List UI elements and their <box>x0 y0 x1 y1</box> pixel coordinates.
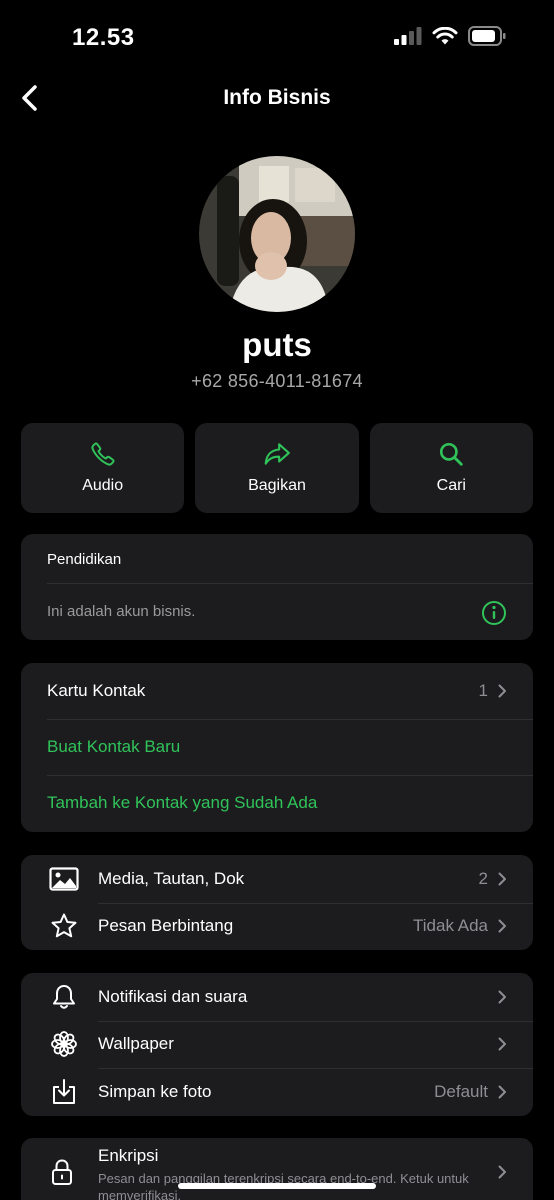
phone-icon <box>91 442 115 466</box>
media-count: 2 <box>478 868 488 888</box>
chevron-right-icon <box>498 684 506 698</box>
search-icon <box>440 442 464 466</box>
audio-call-button[interactable]: Audio <box>21 423 185 513</box>
business-info-card: Pendidikan Ini adalah akun bisnis. <box>21 534 533 640</box>
status-icons <box>394 26 506 46</box>
page-title: Info Bisnis <box>223 86 331 109</box>
encryption-row[interactable]: Enkripsi Pesan dan panggilan terenkripsi… <box>21 1138 533 1200</box>
contact-card-section: Kartu Kontak 1 Buat Kontak Baru Tambah k… <box>21 663 533 832</box>
chevron-right-icon <box>498 872 506 886</box>
settings-section: Notifikasi dan suara Wallpaper Simpan ke… <box>21 973 533 1116</box>
nav-bar: Info Bisnis <box>0 72 554 124</box>
business-category: Pendidikan <box>47 551 122 568</box>
contact-card-count: 1 <box>478 681 488 700</box>
chevron-right-icon <box>498 990 506 1004</box>
cellular-signal-icon <box>394 27 422 45</box>
add-existing-contact-row[interactable]: Tambah ke Kontak yang Sudah Ada <box>21 775 533 831</box>
media-section: Media, Tautan, Dok 2 Pesan Berbintang Ti… <box>21 855 533 950</box>
profile-phone: +62 856-4011-81674 <box>191 371 363 391</box>
chevron-right-icon <box>498 1165 506 1179</box>
download-icon <box>53 1078 75 1104</box>
profile-name: puts <box>242 326 312 363</box>
home-indicator[interactable] <box>178 1183 376 1189</box>
starred-messages-label: Pesan Berbintang <box>98 916 234 936</box>
encryption-title: Enkripsi <box>98 1146 159 1165</box>
battery-icon <box>468 26 506 46</box>
chevron-right-icon <box>498 1037 506 1051</box>
business-account-text: Ini adalah akun bisnis. <box>47 603 196 620</box>
starred-messages-row[interactable]: Pesan Berbintang Tidak Ada <box>21 902 533 951</box>
status-time: 12.53 <box>72 24 135 51</box>
wifi-icon <box>432 26 458 44</box>
divider <box>47 583 533 584</box>
status-bar: 12.53 <box>0 0 554 72</box>
media-label: Media, Tautan, Dok <box>98 868 245 888</box>
flower-icon <box>51 1031 77 1058</box>
chevron-right-icon <box>498 1085 506 1099</box>
profile-photo <box>199 156 355 312</box>
contact-card-row[interactable]: Kartu Kontak 1 <box>21 663 533 719</box>
wallpaper-label: Wallpaper <box>98 1034 174 1054</box>
save-to-photos-label: Simpan ke foto <box>98 1081 212 1101</box>
notifications-row[interactable]: Notifikasi dan suara <box>21 973 533 1021</box>
search-label: Cari <box>436 477 466 494</box>
share-icon <box>264 443 290 465</box>
star-icon <box>51 913 77 938</box>
photo-icon <box>49 867 79 891</box>
media-row[interactable]: Media, Tautan, Dok 2 <box>21 855 533 903</box>
chevron-right-icon <box>498 919 506 933</box>
share-label: Bagikan <box>248 477 306 494</box>
search-button[interactable]: Cari <box>369 423 533 513</box>
save-to-photos-value: Default <box>434 1081 488 1101</box>
avatar[interactable] <box>199 156 355 312</box>
starred-messages-value: Tidak Ada <box>413 916 488 936</box>
create-contact-link: Buat Kontak Baru <box>47 737 181 756</box>
audio-label: Audio <box>82 477 124 494</box>
create-contact-row[interactable]: Buat Kontak Baru <box>21 719 533 775</box>
action-buttons: Audio Bagikan Cari <box>21 423 533 513</box>
bell-icon <box>53 984 75 1009</box>
contact-card-label: Kartu Kontak <box>47 681 146 700</box>
wallpaper-row[interactable]: Wallpaper <box>21 1020 533 1069</box>
save-to-photos-row[interactable]: Simpan ke foto Default <box>21 1068 533 1116</box>
notifications-label: Notifikasi dan suara <box>98 986 248 1006</box>
info-icon[interactable] <box>481 600 507 626</box>
share-button[interactable]: Bagikan <box>195 423 359 513</box>
add-existing-contact-link: Tambah ke Kontak yang Sudah Ada <box>47 793 318 812</box>
lock-icon <box>52 1159 72 1185</box>
